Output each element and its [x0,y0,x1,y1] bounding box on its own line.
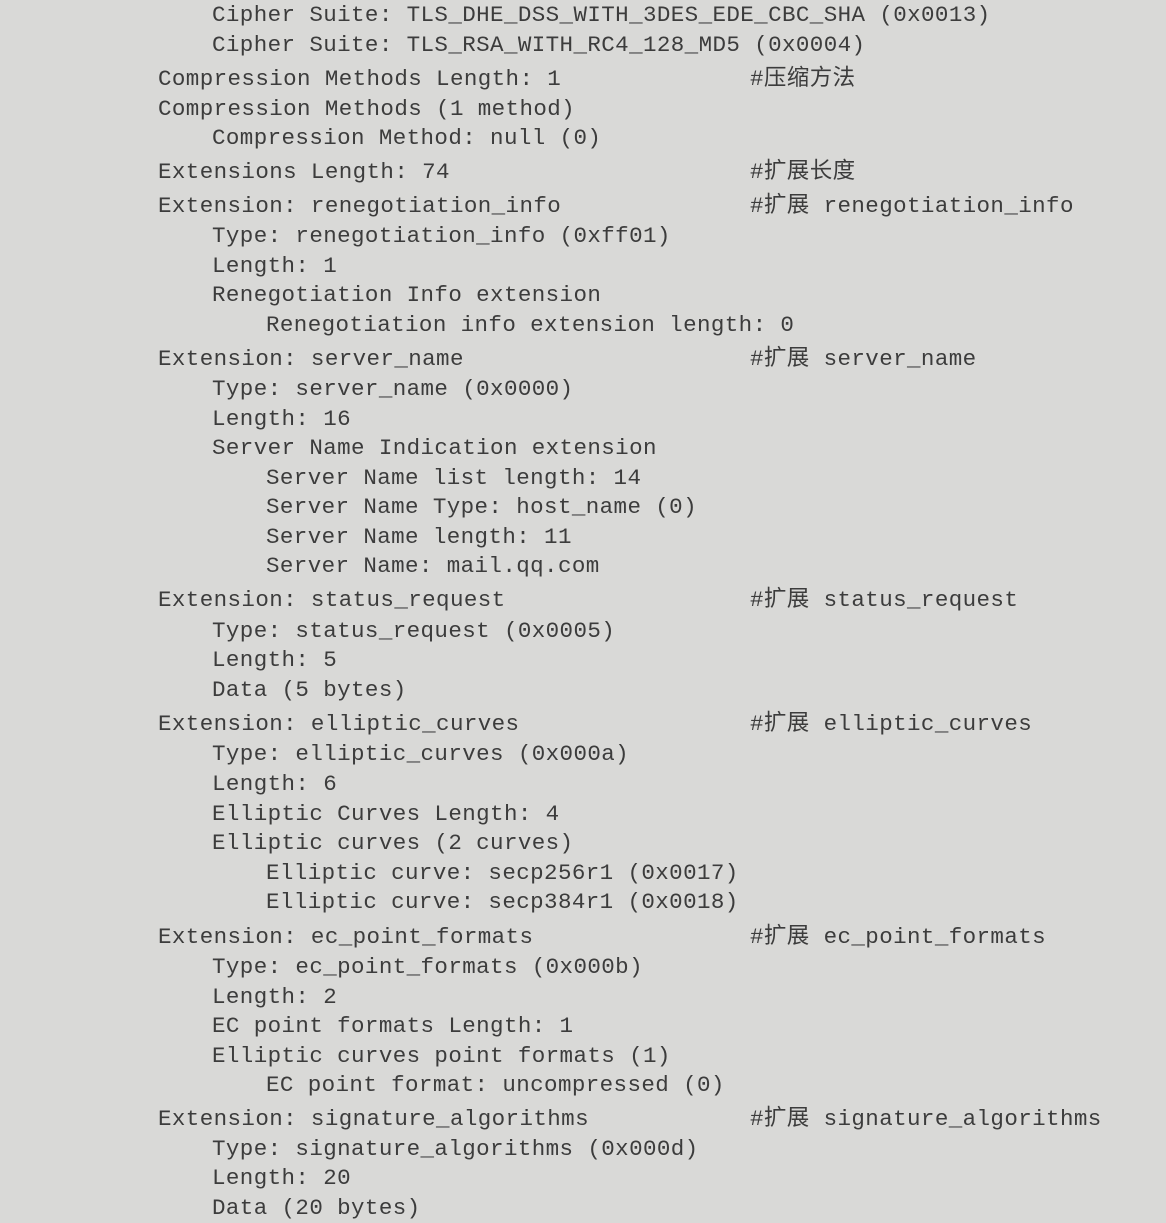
dissection-line: Compression Method: null (0) [212,123,1166,153]
line-text: Server Name list length: 14 [266,465,642,491]
line-text: Type: signature_algorithms (0x000d) [212,1136,699,1162]
line-text: Server Name: mail.qq.com [266,553,600,579]
line-comment: #扩展 ec_point_formats [750,924,1047,950]
line-text: Server Name length: 11 [266,524,572,550]
line-text: Length: 16 [212,406,352,432]
dissection-line: Extension: elliptic_curves #扩展 elliptic_c… [158,709,1166,739]
line-comment: #扩展 elliptic_curves [750,711,1033,737]
dissection-line: Elliptic curves point formats (1) [212,1041,1166,1071]
dissection-line: Type: elliptic_curves (0x000a) [212,739,1166,769]
line-text: Renegotiation Info extension [212,282,602,308]
line-text: Extension: elliptic_curves [158,711,520,737]
dissection-line: Renegotiation info extension length: 0 [266,310,1166,340]
line-text: Type: status_request (0x0005) [212,618,616,644]
dissection-line: Elliptic curve: secp256r1 (0x0017) [266,858,1166,888]
line-text: Server Name Indication extension [212,435,657,461]
line-text: Elliptic curves (2 curves) [212,830,574,856]
line-text: Length: 5 [212,647,338,673]
line-text: Elliptic curve: secp384r1 (0x0018) [266,889,739,915]
line-text: Extension: server_name [158,346,464,372]
dissection-line: Type: ec_point_formats (0x000b) [212,952,1166,982]
dissection-line: EC point formats Length: 1 [212,1011,1166,1041]
dissection-line: Data (20 bytes) [212,1193,1166,1223]
line-text: Length: 20 [212,1165,352,1191]
dissection-line: Extensions Length: 74 #扩展长度 [158,157,1166,187]
dissection-line: Type: renegotiation_info (0xff01) [212,221,1166,251]
line-text: Compression Method: null (0) [212,125,602,151]
line-text: Cipher Suite: TLS_RSA_WITH_RC4_128_MD5 (… [212,32,866,58]
line-text: Elliptic curve: secp256r1 (0x0017) [266,860,739,886]
line-text: Length: 2 [212,984,338,1010]
line-text: Elliptic Curves Length: 4 [212,801,560,827]
dissection-line: Length: 6 [212,769,1166,799]
line-comment: #扩展 server_name [750,346,977,372]
line-comment: #压缩方法 [750,66,856,92]
dissection-line: Extension: signature_algorithms #扩展 signa… [158,1104,1166,1134]
line-text: Type: ec_point_formats (0x000b) [212,954,643,980]
line-comment: #扩展 renegotiation_info [750,193,1074,219]
dissection-line: Data (5 bytes) [212,675,1166,705]
line-text: Type: renegotiation_info (0xff01) [212,223,671,249]
line-text: Extension: ec_point_formats [158,924,534,950]
line-text: EC point formats Length: 1 [212,1013,574,1039]
dissection-line: Compression Methods (1 method) [158,94,1166,124]
dissection-line: Renegotiation Info extension [212,280,1166,310]
dissection-line: Elliptic curves (2 curves) [212,828,1166,858]
line-text: Length: 1 [212,253,338,279]
line-comment: #扩展 status_request [750,587,1019,613]
dissection-line: Extension: renegotiation_info #扩展 renegot… [158,191,1166,221]
line-comment: #扩展长度 [750,159,856,185]
line-text: Extension: renegotiation_info [158,193,562,219]
line-text: Extension: signature_algorithms [158,1106,589,1132]
dissection-line: Cipher Suite: TLS_DHE_DSS_WITH_3DES_EDE_… [212,0,1166,30]
line-text: Compression Methods Length: 1 [158,66,562,92]
line-text: Extension: status_request [158,587,506,613]
dissection-line: Extension: server_name #扩展 server_name [158,344,1166,374]
dissection-line: Length: 1 [212,251,1166,281]
dissection-line: Type: signature_algorithms (0x000d) [212,1134,1166,1164]
dissection-line: Server Name Type: host_name (0) [266,492,1166,522]
dissection-line: Cipher Suite: TLS_RSA_WITH_RC4_128_MD5 (… [212,30,1166,60]
line-text: Length: 6 [212,771,338,797]
line-text: Data (5 bytes) [212,677,407,703]
dissection-line: Length: 2 [212,982,1166,1012]
dissection-line: Type: server_name (0x0000) [212,374,1166,404]
dissection-line: EC point format: uncompressed (0) [266,1070,1166,1100]
dissection-line: Extension: status_request #扩展 status_requ… [158,585,1166,615]
dissection-line: Length: 5 [212,645,1166,675]
dissection-line: Length: 20 [212,1163,1166,1193]
dissection-line: Server Name length: 11 [266,522,1166,552]
dissection-line: Compression Methods Length: 1 #压缩方法 [158,64,1166,94]
line-text: Type: elliptic_curves (0x000a) [212,741,630,767]
line-text: Elliptic curves point formats (1) [212,1043,671,1069]
line-text: Server Name Type: host_name (0) [266,494,697,520]
dissection-line: Elliptic curve: secp384r1 (0x0018) [266,887,1166,917]
dissection-line: Server Name Indication extension [212,433,1166,463]
line-comment: #扩展 signature_algorithms [750,1106,1102,1132]
dissection-line: Elliptic Curves Length: 4 [212,799,1166,829]
dissection-line: Length: 16 [212,404,1166,434]
dissection-line: Server Name: mail.qq.com [266,551,1166,581]
dissection-line: Extension: ec_point_formats #扩展 ec_point_… [158,922,1166,952]
line-text: Renegotiation info extension length: 0 [266,312,795,338]
line-text: Cipher Suite: TLS_DHE_DSS_WITH_3DES_EDE_… [212,2,991,28]
line-text: Extensions Length: 74 [158,159,450,185]
dissection-line: Type: status_request (0x0005) [212,616,1166,646]
line-text: Compression Methods (1 method) [158,96,576,122]
line-text: EC point format: uncompressed (0) [266,1072,725,1098]
line-text: Data (20 bytes) [212,1195,421,1221]
line-text: Type: server_name (0x0000) [212,376,574,402]
dissection-line: Server Name list length: 14 [266,463,1166,493]
